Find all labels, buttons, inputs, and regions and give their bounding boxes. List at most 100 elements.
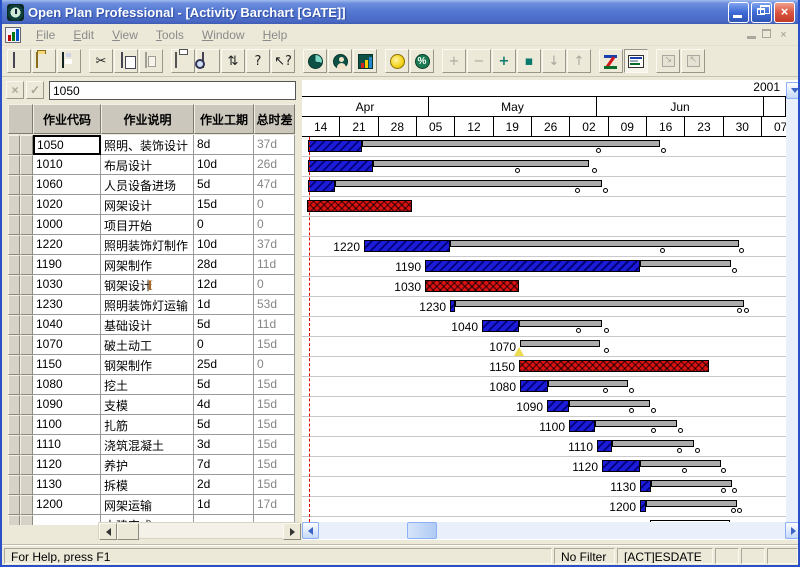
col-header-desc[interactable]: 作业说明	[101, 104, 194, 134]
expand-window-button[interactable]	[656, 49, 680, 73]
cell-code[interactable]: 1150	[33, 355, 101, 375]
row-selector-cell[interactable]	[8, 315, 20, 335]
restore-button[interactable]	[751, 2, 772, 23]
cell-desc[interactable]: 网架设计	[101, 195, 194, 215]
cell-dur[interactable]: 10d	[194, 235, 254, 255]
cell-float[interactable]: 0	[254, 215, 295, 235]
baseline-bar[interactable]	[646, 500, 737, 507]
mdi-close-icon[interactable]: ×	[777, 29, 790, 41]
progress-bar[interactable]	[450, 300, 455, 312]
cancel-edit-button[interactable]: ×	[6, 81, 24, 99]
baseline-bar[interactable]	[569, 400, 650, 407]
cell-float[interactable]: 37d	[254, 135, 295, 155]
gantt-v-scrollbar[interactable]	[786, 82, 800, 522]
row-selector-cell[interactable]	[20, 375, 33, 395]
baseline-bar[interactable]	[520, 340, 600, 347]
critical-bar[interactable]	[425, 280, 519, 292]
cell-code[interactable]: 1130	[33, 475, 101, 495]
row-selector-cell[interactable]	[20, 235, 33, 255]
cell-code[interactable]: 1060	[33, 175, 101, 195]
baseline-bar[interactable]	[595, 420, 677, 427]
scroll-right-button[interactable]	[283, 523, 301, 540]
cell-edit-input[interactable]	[49, 81, 296, 100]
cell-dur[interactable]: 5d	[194, 415, 254, 435]
cell-code[interactable]: 1080	[33, 375, 101, 395]
percent-complete-button[interactable]: %	[410, 49, 434, 73]
mdi-restore-icon[interactable]	[762, 29, 771, 38]
row-selector-cell[interactable]	[8, 335, 20, 355]
save-button[interactable]	[57, 49, 81, 73]
row-selector-cell[interactable]	[8, 415, 20, 435]
cell-dur[interactable]: 8d	[194, 135, 254, 155]
cell-dur[interactable]: 25d	[194, 355, 254, 375]
cell-code[interactable]: 1100	[33, 415, 101, 435]
context-help-button[interactable]: ↖?	[271, 49, 295, 73]
progress-bar[interactable]	[640, 480, 651, 492]
cell-dur[interactable]: 10d	[194, 155, 254, 175]
remove-subproject-button[interactable]: ▪	[517, 49, 541, 73]
cell-float[interactable]: 53d	[254, 295, 295, 315]
row-selector-cell[interactable]	[20, 175, 33, 195]
baseline-bar[interactable]	[335, 180, 602, 187]
cell-dur[interactable]: 4d	[194, 395, 254, 415]
cell-code[interactable]: 1030	[33, 275, 101, 295]
progress-bar[interactable]	[520, 380, 548, 392]
row-selector-cell[interactable]	[20, 335, 33, 355]
row-selector-cell[interactable]	[8, 155, 20, 175]
baseline-bar[interactable]	[450, 240, 739, 247]
cell-dur[interactable]: 2d	[194, 475, 254, 495]
milestone-marker[interactable]	[514, 342, 524, 356]
cell-desc[interactable]: 照明装饰灯运输	[101, 295, 194, 315]
cell-code[interactable]: 1120	[33, 455, 101, 475]
help-button[interactable]: ?	[246, 49, 270, 73]
baseline-bar[interactable]	[548, 380, 628, 387]
row-selector-cell[interactable]	[8, 255, 20, 275]
baseline-bar[interactable]	[455, 300, 744, 307]
cell-float[interactable]: 0	[254, 195, 295, 215]
cell-desc[interactable]: 照明装饰灯制作	[101, 235, 194, 255]
menu-edit[interactable]: Edit	[64, 26, 103, 44]
cell-desc[interactable]: 钢架设计	[101, 275, 194, 295]
gantt-h-scrollbar[interactable]	[302, 522, 800, 539]
row-selector-cell[interactable]	[20, 155, 33, 175]
row-selector-cell[interactable]	[8, 175, 20, 195]
cell-desc[interactable]: 网架制作	[101, 255, 194, 275]
cell-float[interactable]: 15d	[254, 395, 295, 415]
row-selector-cell[interactable]	[8, 275, 20, 295]
progress-bar[interactable]	[597, 440, 612, 452]
progress-bar[interactable]	[364, 240, 450, 252]
restore-window-button[interactable]	[681, 49, 705, 73]
row-selector-cell[interactable]	[20, 415, 33, 435]
cell-float[interactable]: 17d	[254, 495, 295, 515]
row-selector-header[interactable]	[8, 104, 33, 134]
progress-bar[interactable]	[308, 180, 335, 192]
col-header-duration[interactable]: 作业工期	[194, 104, 254, 134]
menu-view[interactable]: View	[103, 26, 147, 44]
cell-float[interactable]: 11d	[254, 255, 295, 275]
cell-dur[interactable]: 15d	[194, 195, 254, 215]
menu-help[interactable]: Help	[254, 26, 297, 44]
print-preview-button[interactable]	[196, 49, 220, 73]
row-selector-cell[interactable]	[8, 195, 20, 215]
row-selector-cell[interactable]	[20, 215, 33, 235]
baseline-bar[interactable]	[362, 140, 660, 147]
cell-float[interactable]: 15d	[254, 455, 295, 475]
cell-desc[interactable]: 照明、装饰设计	[101, 135, 194, 155]
baseline-bar[interactable]	[612, 440, 694, 447]
row-selector-cell[interactable]	[20, 395, 33, 415]
baseline-bar[interactable]	[640, 260, 731, 267]
row-selector-cell[interactable]	[20, 135, 33, 155]
cell-float[interactable]: 37d	[254, 235, 295, 255]
row-selector-cell[interactable]	[8, 395, 20, 415]
cell-float[interactable]: 0	[254, 275, 295, 295]
cut-button[interactable]: ✂	[89, 49, 113, 73]
row-selector-cell[interactable]	[20, 295, 33, 315]
cell-code[interactable]: 1020	[33, 195, 101, 215]
cell-dur[interactable]: 28d	[194, 255, 254, 275]
cell-code[interactable]: 1010	[33, 155, 101, 175]
cell-desc[interactable]: 破土动工	[101, 335, 194, 355]
row-selector-cell[interactable]	[20, 315, 33, 335]
cell-float[interactable]: 26d	[254, 155, 295, 175]
delete-row-button[interactable]: −	[467, 49, 491, 73]
row-selector-cell[interactable]	[20, 255, 33, 275]
